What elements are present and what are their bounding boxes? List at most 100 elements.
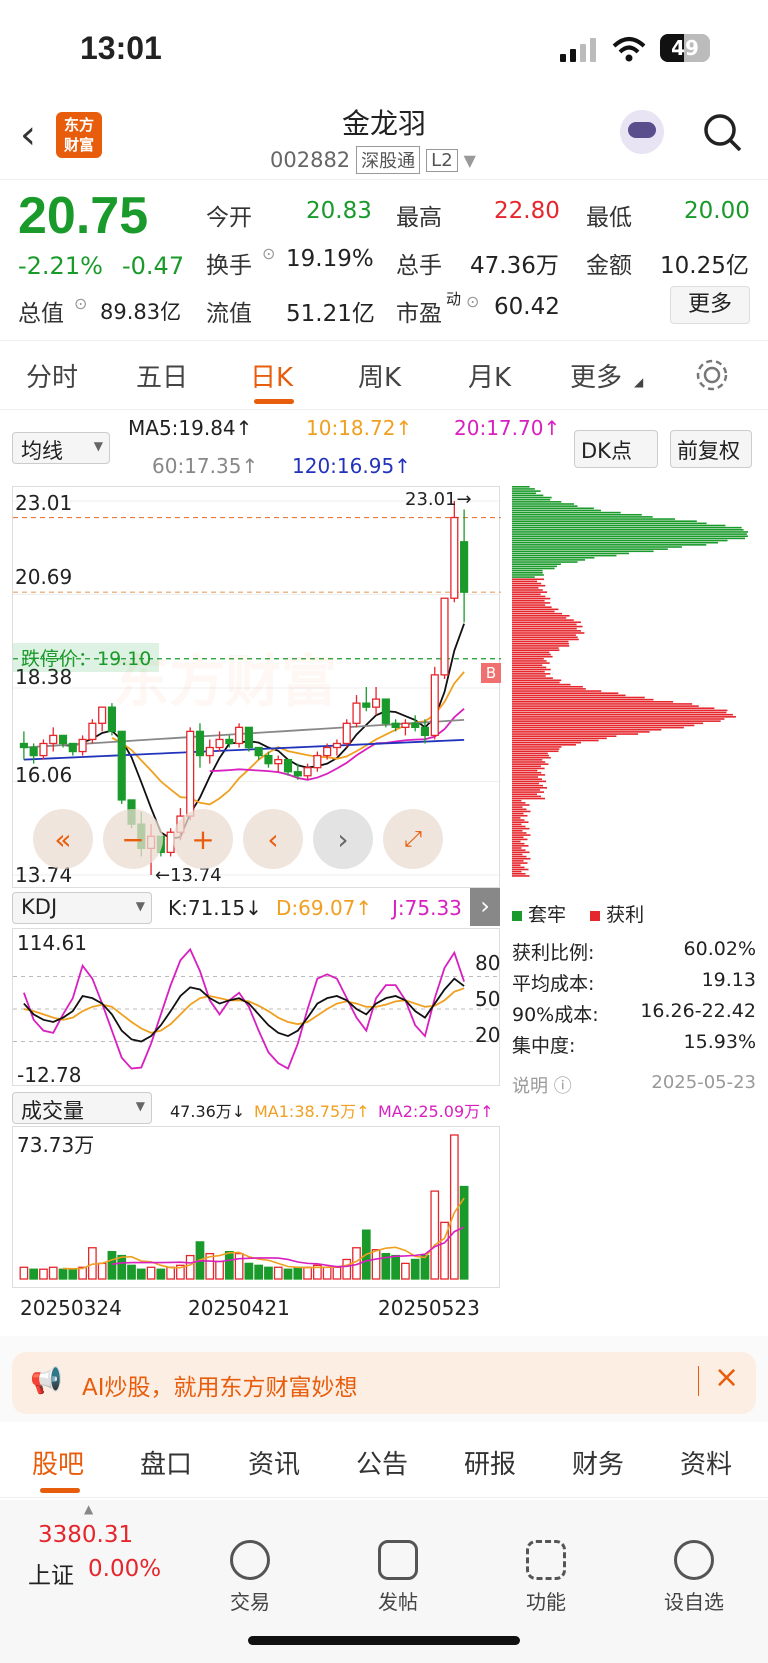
zoom-in-button[interactable]: + xyxy=(173,809,233,869)
tab-news[interactable]: 资讯 xyxy=(248,1444,300,1481)
chip-bar xyxy=(512,563,561,565)
tab-notice[interactable]: 公告 xyxy=(356,1444,408,1481)
stock-code-row[interactable]: 002882 深股通 L2 ▼ xyxy=(270,146,476,174)
candle xyxy=(460,541,469,593)
chip-bar xyxy=(512,752,548,755)
l2-tag: L2 xyxy=(426,148,458,172)
volume-bar xyxy=(136,1268,146,1280)
info-icon[interactable]: ⊙ xyxy=(262,244,275,263)
tab-weekly-k[interactable]: 周K xyxy=(358,357,401,394)
tab-research[interactable]: 研报 xyxy=(464,1444,516,1481)
tab-profile[interactable]: 资料 xyxy=(680,1444,732,1481)
volume-select[interactable]: 成交量 ▼ xyxy=(12,1092,152,1124)
rewind-button[interactable]: « xyxy=(33,809,93,869)
chip-note-row: 说明 ⓘ 2025-05-23 xyxy=(512,1062,756,1102)
banner-divider xyxy=(698,1366,699,1396)
float-value: 51.21亿 xyxy=(286,301,375,327)
info-icon[interactable]: ⊙ xyxy=(466,292,479,311)
ytick-4: 16.06 xyxy=(15,763,73,787)
tab-five-day[interactable]: 五日 xyxy=(136,357,188,394)
tab-more[interactable]: 更多 xyxy=(570,357,622,394)
tab-daily-k[interactable]: 日K xyxy=(250,357,293,394)
chip-bar xyxy=(512,810,531,813)
nav-post[interactable]: 发帖 xyxy=(348,1540,448,1615)
chip-bar xyxy=(512,567,555,570)
chip-bar xyxy=(512,849,526,851)
settings-icon[interactable] xyxy=(694,357,730,393)
candle xyxy=(440,597,449,676)
prev-button[interactable]: ‹ xyxy=(243,809,303,869)
chip-bar xyxy=(512,873,526,875)
candle xyxy=(401,722,410,728)
expand-arrow-icon[interactable]: › xyxy=(470,888,500,926)
ma60-value: 60:17.35↑ xyxy=(152,454,259,478)
chip-bar xyxy=(512,808,527,811)
chip-bar xyxy=(512,529,744,531)
mcap-label: 总值 xyxy=(18,301,64,327)
chip-bar xyxy=(512,677,553,679)
chevron-down-icon[interactable]: ▼ xyxy=(464,151,476,170)
chip-bar xyxy=(512,823,522,826)
chip-bar xyxy=(512,705,699,707)
status-bar: 13:01 49 xyxy=(0,0,768,100)
pe-sup: 动 xyxy=(446,290,462,308)
nav-functions[interactable]: 功能 xyxy=(496,1540,596,1615)
kdj-chart[interactable]: 114.61 -12.78 80 50 20 xyxy=(12,928,501,1087)
chip-bar xyxy=(512,722,704,725)
chip-bar xyxy=(512,763,549,765)
dk-point-button[interactable]: DK点 xyxy=(574,430,658,468)
tab-finance[interactable]: 财务 xyxy=(572,1444,624,1481)
tab-pankou[interactable]: 盘口 xyxy=(140,1444,192,1481)
kdj-max: 114.61 xyxy=(17,931,87,955)
amount-value: 10.25亿 xyxy=(660,253,749,279)
volume-bar xyxy=(224,1251,234,1280)
search-icon[interactable] xyxy=(702,112,744,154)
volume-chart[interactable]: 73.73万 xyxy=(12,1126,500,1288)
tab-monthly-k[interactable]: 月K xyxy=(468,357,511,394)
close-icon[interactable]: × xyxy=(714,1360,739,1395)
volume-max: 73.73万 xyxy=(17,1133,95,1157)
nav-add-watchlist[interactable]: 设自选 xyxy=(644,1540,744,1615)
chip-bar xyxy=(512,756,551,759)
chip-bar xyxy=(512,670,545,673)
home-indicator xyxy=(248,1636,520,1645)
candle xyxy=(391,722,400,728)
battery-icon: 49 xyxy=(660,34,710,62)
ai-robot-icon[interactable] xyxy=(620,110,664,154)
next-button[interactable]: › xyxy=(313,809,373,869)
tab-intraday[interactable]: 分时 xyxy=(26,357,78,394)
volume-bar xyxy=(254,1264,264,1280)
candle xyxy=(371,698,381,708)
kline-chart[interactable]: 东方财富 23.01 20.69 18.38 16.06 13.74 23.01… xyxy=(12,486,501,888)
buy-marker: B xyxy=(481,663,501,683)
fullscreen-icon[interactable]: ⤢ xyxy=(383,809,443,869)
indicator-select[interactable]: 均线 ▼ xyxy=(12,432,110,464)
index-value[interactable]: 3380.31 xyxy=(38,1522,133,1548)
chip-bar xyxy=(512,546,682,548)
chip-bar xyxy=(512,660,547,662)
chip-bar xyxy=(512,842,525,845)
chip-bar xyxy=(512,868,529,871)
chip-bar xyxy=(512,759,543,761)
nav-trade[interactable]: 交易 xyxy=(200,1540,300,1615)
chip-bar xyxy=(512,713,733,716)
triangle-icon: ◢ xyxy=(634,375,644,389)
chip-bar xyxy=(512,825,526,828)
volume-bar xyxy=(430,1190,440,1280)
chip-bar xyxy=(512,507,594,510)
kdj-select[interactable]: KDJ ▼ xyxy=(12,892,152,924)
zoom-out-button[interactable]: − xyxy=(103,809,163,869)
candle xyxy=(39,742,48,757)
info-icon[interactable]: ⊙ xyxy=(74,294,87,313)
more-button[interactable]: 更多 xyxy=(670,286,750,324)
chip-bar xyxy=(512,574,544,576)
tab-guba[interactable]: 股吧 xyxy=(32,1444,84,1481)
expand-up-icon[interactable]: ▲ xyxy=(84,1502,93,1516)
chip-bar xyxy=(512,741,581,744)
chip-bar xyxy=(512,533,747,535)
chip-note[interactable]: 说明 ⓘ xyxy=(512,1072,572,1102)
candle xyxy=(88,722,97,741)
adjust-button[interactable]: 前复权 xyxy=(670,430,752,468)
chip-bar xyxy=(512,653,551,656)
ai-banner[interactable]: 📢 AI炒股，就用东方财富妙想 × xyxy=(12,1352,756,1414)
